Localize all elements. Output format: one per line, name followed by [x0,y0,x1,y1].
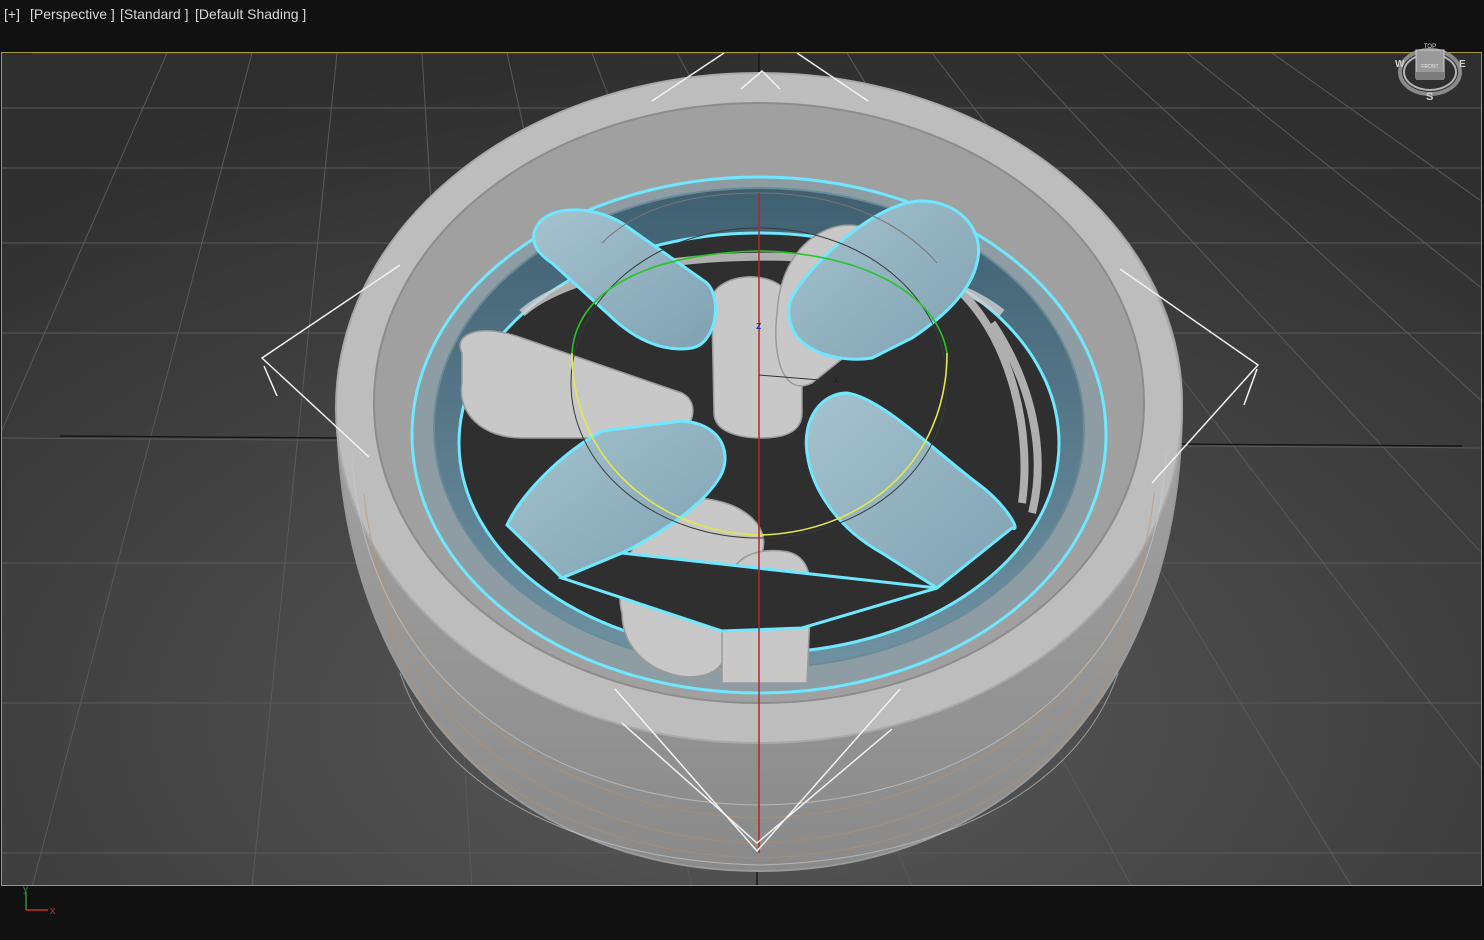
viewport-footer [0,887,1484,940]
viewcube-south-label[interactable]: S [1426,91,1433,103]
viewport-view-menu[interactable]: [Perspective ] [30,6,115,22]
viewcube-front-label[interactable]: FRONT [1421,64,1438,70]
viewport-style-menu[interactable]: [Standard ] [120,6,189,22]
axis-x-label: x [50,905,56,917]
gizmo-z-label: z [756,320,762,332]
viewcube-west-label[interactable]: W [1395,59,1405,70]
viewcube[interactable]: TOP FRONT W E S [1390,34,1470,103]
viewport-shading-menu[interactable]: [Default Shading ] [195,6,306,22]
world-axis-tripod: x y [18,884,68,924]
gizmo-x-label: x [833,372,839,386]
viewport-scene: x z [2,53,1481,885]
viewcube-top-label[interactable]: TOP [1424,44,1436,50]
perspective-viewport[interactable]: x z [1,52,1482,886]
axis-tripod-graphic: x y [23,884,56,917]
viewport-plus-menu[interactable]: [+] [4,6,20,22]
viewcube-graphic: TOP FRONT W E S [1395,44,1466,103]
axis-y-label: y [23,884,28,895]
viewport-header: [+] [Perspective ] [Standard ] [Default … [0,0,1484,50]
viewcube-east-label[interactable]: E [1459,59,1466,70]
